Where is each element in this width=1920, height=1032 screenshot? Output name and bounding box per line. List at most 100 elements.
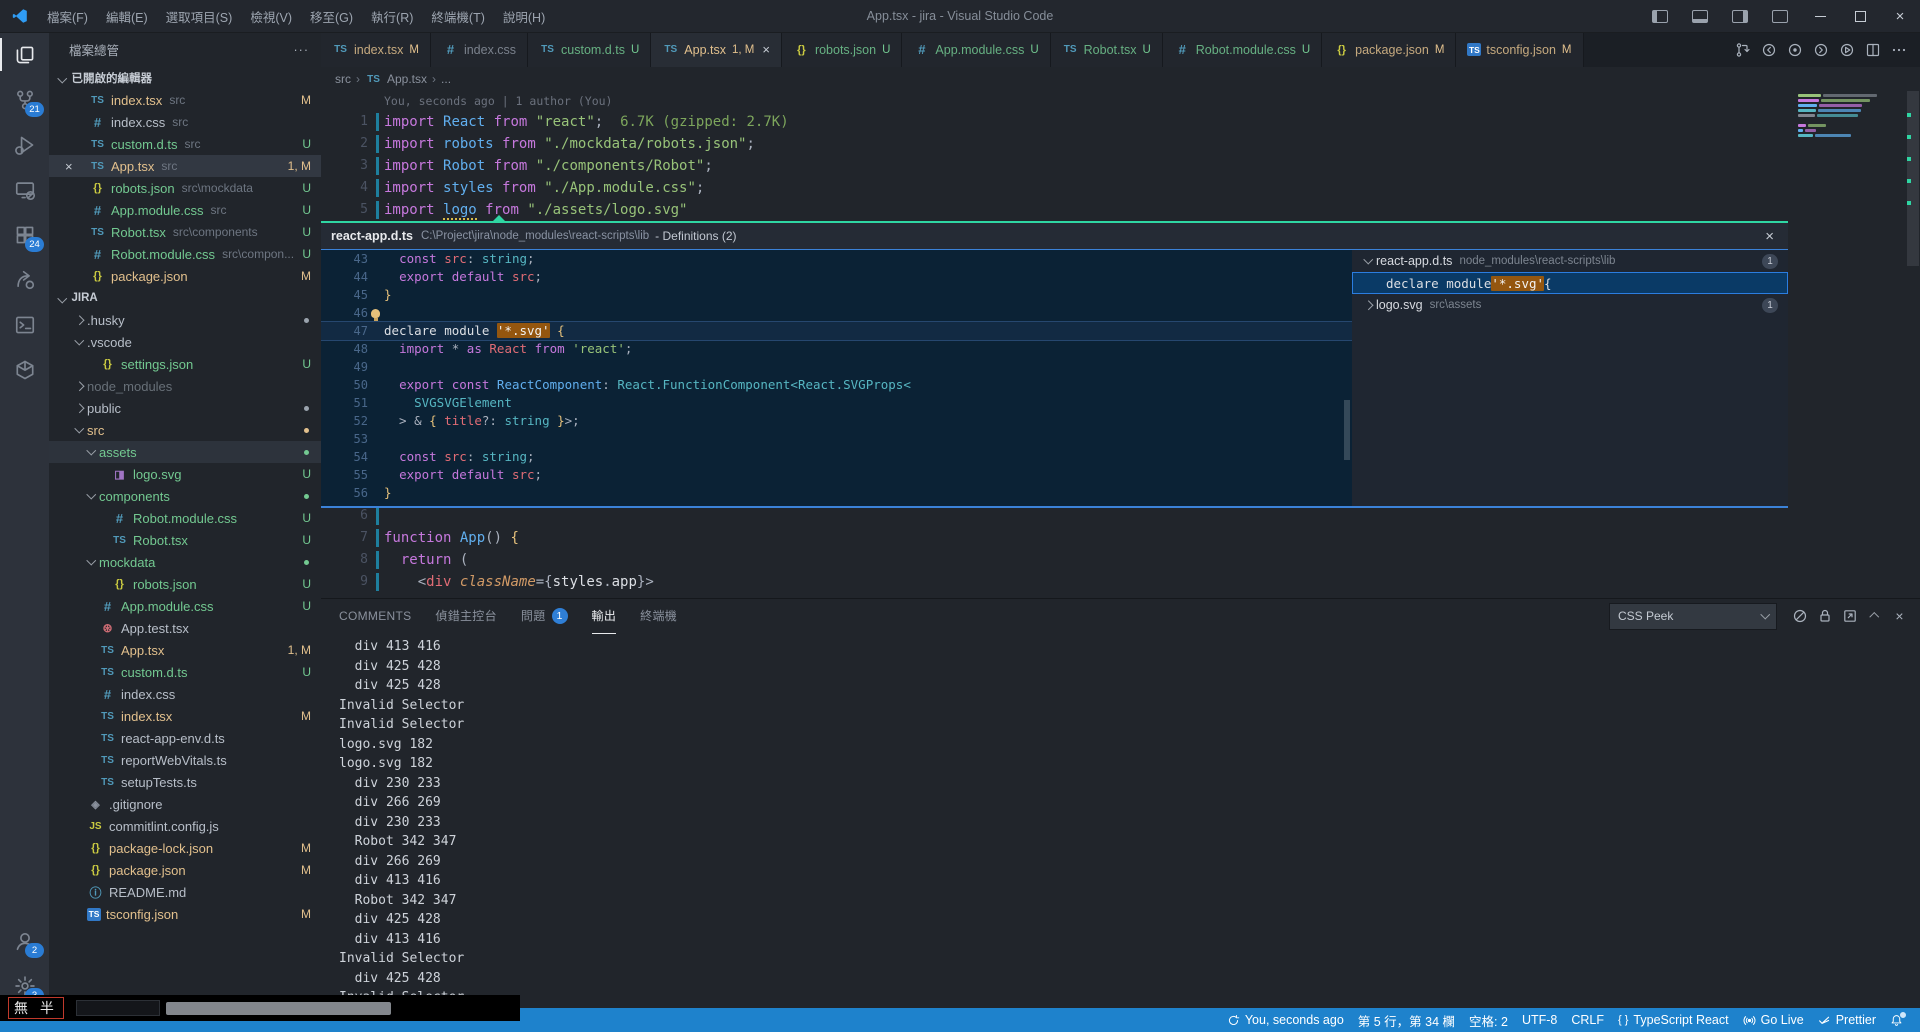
panel-tab-問題[interactable]: 問題1 xyxy=(521,599,568,633)
statusbar-go-live[interactable]: Go Live xyxy=(1736,1008,1811,1032)
definition-item-logo.svg[interactable]: logo.svgsrc\assets1 xyxy=(1352,294,1788,316)
menu-item[interactable]: 移至(G) xyxy=(301,0,362,32)
definition-item-react-app.d.ts[interactable]: react-app.d.tsnode_modules\react-scripts… xyxy=(1352,250,1788,272)
close-icon[interactable]: × xyxy=(1880,0,1920,32)
tab-robots.json[interactable]: {}robots.jsonU xyxy=(782,32,902,67)
lightbulb-icon[interactable] xyxy=(371,309,380,318)
compare-icon[interactable] xyxy=(1730,37,1756,63)
tree-item-settings.json[interactable]: {}settings.jsonU xyxy=(49,353,321,375)
peek-code-view[interactable]: 43 const src: string;44 export default s… xyxy=(321,250,1352,506)
statusbar-git-sync-status[interactable]: You, seconds ago xyxy=(1220,1008,1351,1032)
panel-horizontal-scrollbar-thumb[interactable] xyxy=(166,1002,391,1015)
maximize-icon[interactable] xyxy=(1840,0,1880,32)
minimap[interactable] xyxy=(1798,94,1904,139)
layout-panel-icon[interactable] xyxy=(1680,0,1720,32)
navback-icon[interactable] xyxy=(1756,37,1782,63)
tab-App.module.css[interactable]: #App.module.cssU xyxy=(902,32,1050,67)
activitybar-containers[interactable] xyxy=(0,347,49,392)
open-editor-robots.json[interactable]: {}robots.jsonsrc\mockdataU xyxy=(49,177,321,199)
activitybar-run-and-debug[interactable] xyxy=(0,122,49,167)
statusbar-eol[interactable]: CRLF xyxy=(1564,1008,1611,1032)
breadcrumb-item[interactable]: TSApp.tsx xyxy=(365,72,427,86)
menu-item[interactable]: 檔案(F) xyxy=(38,0,97,32)
statusbar-prettier[interactable]: Prettier xyxy=(1811,1008,1883,1032)
activitybar-extensions[interactable]: 24 xyxy=(0,212,49,257)
statusbar-indentation[interactable]: 空格: 2 xyxy=(1462,1008,1515,1032)
tree-item-reportWebVitals.ts[interactable]: TSreportWebVitals.ts xyxy=(49,749,321,771)
tree-item-Robot.tsx[interactable]: TSRobot.tsxU xyxy=(49,529,321,551)
tree-item-.vscode[interactable]: .vscode xyxy=(49,331,321,353)
tree-item-App.module.css[interactable]: #App.module.cssU xyxy=(49,595,321,617)
tree-item-index.css[interactable]: #index.css xyxy=(49,683,321,705)
menu-item[interactable]: 執行(R) xyxy=(362,0,422,32)
open-editor-index.tsx[interactable]: TSindex.tsxsrcM xyxy=(49,89,321,111)
statusbar-language-mode[interactable]: { }TypeScript React xyxy=(1611,1008,1736,1032)
open-editor-Robot.tsx[interactable]: TSRobot.tsxsrc\componentsU xyxy=(49,221,321,243)
statusbar-cursor-position[interactable]: 第 5 行，第 34 欄 xyxy=(1351,1008,1462,1032)
activitybar-accounts[interactable]: 2 xyxy=(0,918,49,963)
breadcrumb-item[interactable]: ... xyxy=(441,72,451,86)
open-editors-header[interactable]: 已開啟的編輯器 xyxy=(49,67,321,89)
close-icon[interactable]: × xyxy=(65,159,73,174)
code-editor[interactable]: You, seconds ago | 1 author (You) 1impor… xyxy=(321,91,1920,598)
tree-item-commitlint.config.js[interactable]: JScommitlint.config.js xyxy=(49,815,321,837)
explorer-more-actions-icon[interactable]: ··· xyxy=(294,43,310,57)
split-icon[interactable] xyxy=(1860,37,1886,63)
panel-tab-終端機[interactable]: 終端機 xyxy=(640,599,677,633)
tree-item-index.tsx[interactable]: TSindex.tsxM xyxy=(49,705,321,727)
statusbar-notifications[interactable] xyxy=(1883,1008,1910,1032)
more-icon[interactable] xyxy=(1886,37,1912,63)
peek-scrollbar[interactable] xyxy=(1344,400,1350,460)
close-icon[interactable]: × xyxy=(762,42,770,57)
tab-App.tsx[interactable]: TSApp.tsx1, M× xyxy=(651,32,782,67)
tree-item-src[interactable]: src xyxy=(49,419,321,441)
tree-item-public[interactable]: public xyxy=(49,397,321,419)
tab-index.css[interactable]: #index.css xyxy=(431,32,528,67)
activitybar-source-control[interactable]: 21 xyxy=(0,77,49,122)
maximize-panel-icon[interactable] xyxy=(1862,604,1887,629)
menu-item[interactable]: 編輯(E) xyxy=(97,0,157,32)
ime-mode-label[interactable]: 無 半 xyxy=(8,997,64,1019)
run-icon[interactable] xyxy=(1834,37,1860,63)
output-log[interactable]: div 413 416 div 425 428 div 425 428 Inva… xyxy=(321,637,1920,1008)
open-editor-App.tsx[interactable]: ×TSApp.tsxsrc1, M xyxy=(49,155,321,177)
tree-item-components[interactable]: components xyxy=(49,485,321,507)
panel-tab-偵錯主控台[interactable]: 偵錯主控台 xyxy=(435,599,497,633)
clear-icon[interactable] xyxy=(1787,604,1812,629)
minimize-icon[interactable] xyxy=(1800,0,1840,32)
tree-item-robots.json[interactable]: {}robots.jsonU xyxy=(49,573,321,595)
tab-custom.d.ts[interactable]: TScustom.d.tsU xyxy=(528,32,651,67)
breadcrumb-item[interactable]: src xyxy=(335,72,351,86)
layout-sidebar-left-icon[interactable] xyxy=(1640,0,1680,32)
tree-item-App.tsx[interactable]: TSApp.tsx1, M xyxy=(49,639,321,661)
lock-icon[interactable] xyxy=(1812,604,1837,629)
tree-item-.gitignore[interactable]: ◈.gitignore xyxy=(49,793,321,815)
menu-item[interactable]: 檢視(V) xyxy=(241,0,301,32)
open-editor-Robot.module.css[interactable]: #Robot.module.csssrc\compon...U xyxy=(49,243,321,265)
tree-item-README.md[interactable]: ⓘREADME.md xyxy=(49,881,321,903)
close-icon[interactable]: × xyxy=(1761,228,1778,245)
tab-package.json[interactable]: {}package.jsonM xyxy=(1322,32,1456,67)
activitybar-powershell[interactable] xyxy=(0,302,49,347)
tree-item-setupTests.ts[interactable]: TSsetupTests.ts xyxy=(49,771,321,793)
layout-sidebar-right-icon[interactable] xyxy=(1720,0,1760,32)
navdot-icon[interactable] xyxy=(1782,37,1808,63)
menu-item[interactable]: 說明(H) xyxy=(494,0,554,32)
definition-item-selected[interactable]: declare module '*.svg' { xyxy=(1352,272,1788,294)
open-editor-custom.d.ts[interactable]: TScustom.d.tssrcU xyxy=(49,133,321,155)
customize-layout-icon[interactable] xyxy=(1760,0,1800,32)
menu-item[interactable]: 終端機(T) xyxy=(422,0,493,32)
activitybar-live-share[interactable] xyxy=(0,257,49,302)
activitybar-search[interactable] xyxy=(17,50,28,62)
open-editor-App.module.css[interactable]: #App.module.csssrcU xyxy=(49,199,321,221)
goto-icon[interactable] xyxy=(1837,604,1862,629)
close-icon[interactable]: × xyxy=(1887,604,1912,629)
output-channel-select[interactable]: CSS Peek xyxy=(1609,603,1777,630)
open-editor-index.css[interactable]: #index.csssrc xyxy=(49,111,321,133)
tree-item-node_modules[interactable]: node_modules xyxy=(49,375,321,397)
editor-scrollbar[interactable] xyxy=(1906,91,1920,598)
tree-item-custom.d.ts[interactable]: TScustom.d.tsU xyxy=(49,661,321,683)
tree-item-.husky[interactable]: .husky xyxy=(49,309,321,331)
tab-tsconfig.json[interactable]: TStsconfig.jsonM xyxy=(1456,32,1583,67)
tree-item-assets[interactable]: assets xyxy=(49,441,321,463)
